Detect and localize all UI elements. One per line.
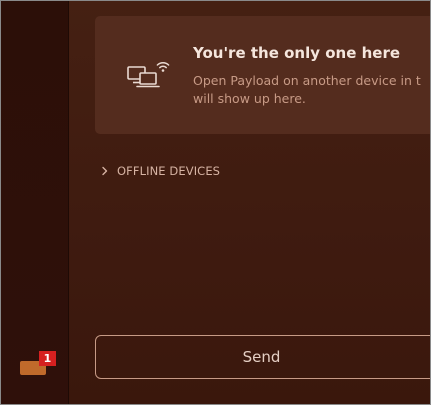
- offline-devices-toggle[interactable]: OFFLINE DEVICES: [101, 163, 220, 179]
- empty-state-description: Open Payload on another device in t will…: [193, 72, 431, 108]
- sidebar: 1: [0, 0, 69, 405]
- tray-button[interactable]: 1: [20, 351, 56, 377]
- chevron-right-icon: [102, 166, 108, 176]
- notification-badge: 1: [39, 351, 56, 366]
- offline-devices-label: OFFLINE DEVICES: [117, 164, 221, 178]
- cast-device-icon: [127, 62, 170, 88]
- send-button[interactable]: Send: [95, 335, 431, 379]
- app-window: 1 You're the only one here Open Payload …: [0, 0, 431, 405]
- empty-state-description-line: will show up here.: [193, 91, 306, 106]
- empty-state-card: You're the only one here Open Payload on…: [95, 16, 431, 134]
- empty-state-description-line: Open Payload on another device in t: [193, 73, 421, 88]
- empty-state-title: You're the only one here: [193, 44, 401, 62]
